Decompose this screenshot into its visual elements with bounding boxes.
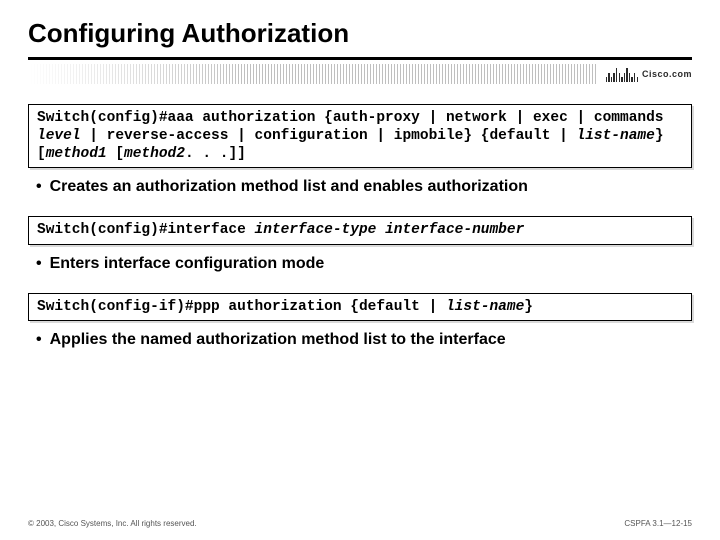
code-text: [ xyxy=(107,146,124,162)
decorative-stripes xyxy=(28,64,597,84)
code-italic: method2 xyxy=(124,146,185,162)
title-underline xyxy=(28,57,692,60)
code-italic: interface-type interface-number xyxy=(255,222,525,238)
slide: Configuring Authorization Cisco.com Swit… xyxy=(0,0,720,540)
code-box-interface: Switch(config)#interface interface-type … xyxy=(28,216,692,244)
code-text: Switch(config-if)#ppp authorization {def… xyxy=(37,299,446,315)
code-text: } xyxy=(524,299,533,315)
footer: © 2003, Cisco Systems, Inc. All rights r… xyxy=(28,519,692,528)
bullet-text: Applies the named authorization method l… xyxy=(50,331,506,349)
cisco-logo: Cisco.com xyxy=(600,66,692,82)
code-box-aaa-authorization: Switch(config)#aaa authorization {auth-p… xyxy=(28,104,692,168)
code-text: . . .]] xyxy=(185,146,246,162)
bullet-text: Creates an authorization method list and… xyxy=(50,178,528,196)
brand-text: Cisco.com xyxy=(642,69,692,79)
cisco-bars-icon xyxy=(606,66,638,82)
bullet-dot-icon: • xyxy=(36,178,42,196)
slide-number: CSPFA 3.1—12-15 xyxy=(624,519,692,528)
bullet-item: • Applies the named authorization method… xyxy=(28,331,692,349)
brand-row: Cisco.com xyxy=(28,62,692,86)
code-italic: list-name xyxy=(577,128,655,144)
bullet-item: • Enters interface configuration mode xyxy=(28,255,692,273)
bullet-text: Enters interface configuration mode xyxy=(50,255,325,273)
code-text: | reverse-access | configuration | ipmob… xyxy=(81,128,577,144)
code-text: Switch(config)#aaa authorization {auth-p… xyxy=(37,110,664,126)
bullet-item: • Creates an authorization method list a… xyxy=(28,178,692,196)
bullet-dot-icon: • xyxy=(36,331,42,349)
bullet-dot-icon: • xyxy=(36,255,42,273)
copyright-text: © 2003, Cisco Systems, Inc. All rights r… xyxy=(28,519,197,528)
code-box-ppp-authorization: Switch(config-if)#ppp authorization {def… xyxy=(28,293,692,321)
code-italic: list-name xyxy=(446,299,524,315)
page-title: Configuring Authorization xyxy=(28,18,692,49)
code-text: Switch(config)#interface xyxy=(37,222,255,238)
code-italic: level xyxy=(37,128,81,144)
code-italic: method1 xyxy=(46,146,107,162)
